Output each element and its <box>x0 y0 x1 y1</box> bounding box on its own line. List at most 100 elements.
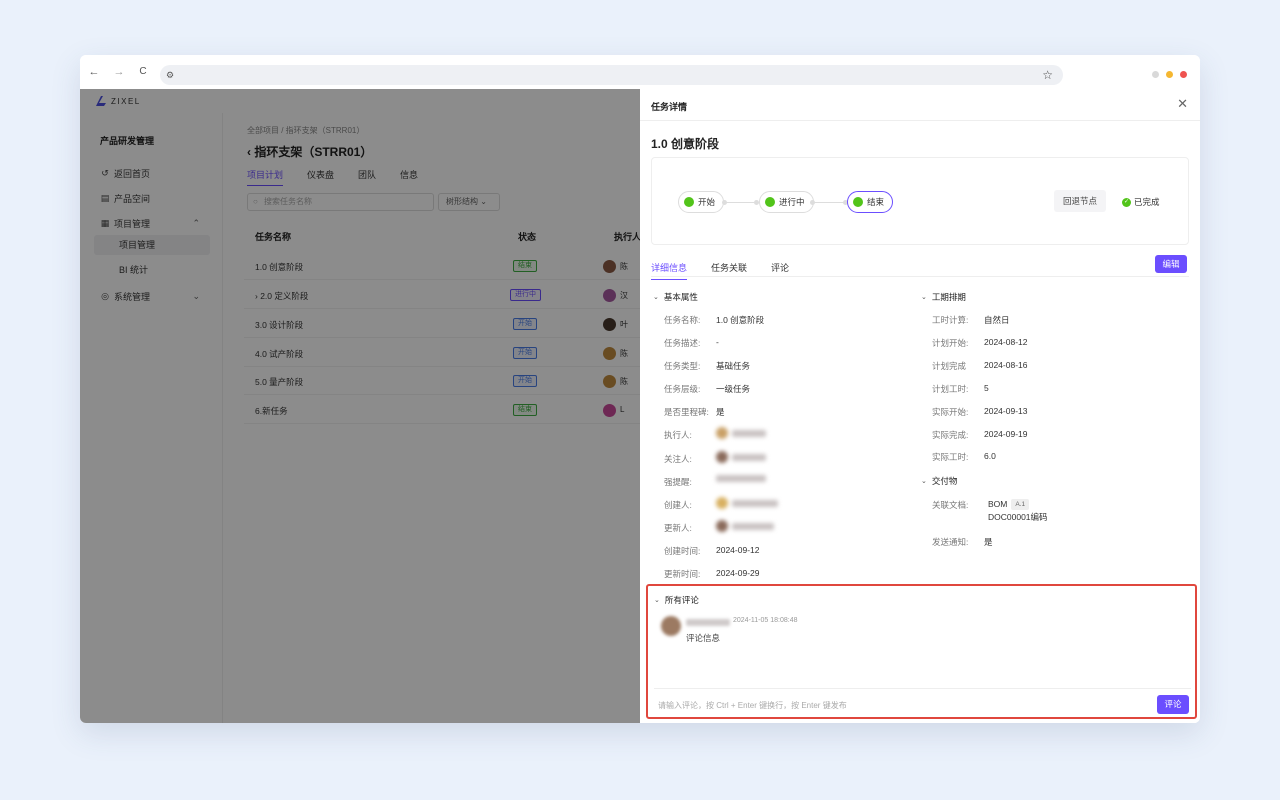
blurred-name <box>732 453 766 461</box>
field-label: 更新人: <box>664 523 692 533</box>
field-value: 2024-08-12 <box>984 337 1028 347</box>
field-value: 一级任务 <box>716 384 751 394</box>
field-value: 2024-08-16 <box>984 360 1028 370</box>
comment-text: 评论信息 <box>686 633 721 643</box>
field-label: 任务层级: <box>664 384 701 394</box>
flow-node-label: 结束 <box>867 197 885 207</box>
field-label: 工时计算: <box>932 315 969 325</box>
comments-section-header[interactable]: ⌄ 所有评论 <box>654 594 699 606</box>
flow-node-end[interactable]: 结束 <box>847 191 894 213</box>
field-label: 计划完成 <box>932 361 967 371</box>
field-label: 任务名称: <box>664 315 701 325</box>
forward-icon[interactable]: → <box>113 66 125 78</box>
chevron-down-icon: ⌄ <box>654 597 660 604</box>
field-value <box>716 497 778 511</box>
section-title: 交付物 <box>931 476 958 486</box>
site-settings-icon[interactable]: ⚙ <box>166 69 178 81</box>
section-basic-attributes[interactable]: ⌄ 基本属性 <box>653 291 698 303</box>
field-value: 6.0 <box>984 451 996 461</box>
window-dot-yellow[interactable] <box>1166 71 1173 78</box>
app-area: ZIXEL 产品研发管理 ↺ 返回首页 ▤ 产品空间 ▦ 项目管理 ⌃ 项目管理… <box>80 89 1200 723</box>
chevron-down-icon: ⌄ <box>921 478 927 485</box>
field-value: 2024-09-13 <box>984 406 1028 416</box>
window-dot-red[interactable] <box>1180 71 1187 78</box>
blurred-name <box>732 429 766 437</box>
status-dot-icon <box>765 197 775 207</box>
task-detail-drawer: 任务详情 ✕ 1.0 创意阶段 开始 进行中 结束 回退节点 ✓ 已完成 详细信… <box>640 89 1200 723</box>
field-label: 强提醒: <box>664 477 692 487</box>
field-value <box>716 474 766 484</box>
section-title: 工期排期 <box>931 292 966 302</box>
drawer-header: 任务详情 ✕ <box>640 89 1200 121</box>
address-bar[interactable]: ⚙ ☆ <box>160 65 1063 85</box>
edit-button[interactable]: 编辑 <box>1155 255 1187 273</box>
blurred-commenter-name <box>686 619 730 626</box>
tab-comments[interactable]: 评论 <box>771 261 789 280</box>
avatar <box>661 616 681 636</box>
flow-node-in-progress[interactable]: 进行中 <box>759 191 814 213</box>
field-label: 计划工时: <box>932 384 969 394</box>
doc-name[interactable]: BOM <box>988 499 1007 509</box>
completed-label: 已完成 <box>1134 197 1160 207</box>
flow-node-label: 进行中 <box>779 197 805 207</box>
field-label: 关联文档: <box>932 500 969 510</box>
section-title: 所有评论 <box>664 595 699 605</box>
status-dot-icon <box>684 197 694 207</box>
submit-comment-button[interactable]: 评论 <box>1157 695 1189 714</box>
field-label: 创建时间: <box>664 546 701 556</box>
field-value: 2024-09-12 <box>716 545 760 555</box>
close-icon[interactable]: ✕ <box>1177 97 1188 111</box>
field-label: 计划开始: <box>932 338 969 348</box>
modal-overlay[interactable] <box>80 89 640 723</box>
task-title: 1.0 创意阶段 <box>651 137 720 151</box>
tabs-divider <box>651 276 1189 277</box>
avatar <box>716 451 728 463</box>
status-dot-icon <box>853 197 863 207</box>
field-value: - <box>716 337 719 347</box>
completed-status: ✓ 已完成 <box>1122 196 1160 208</box>
field-value: 是 <box>716 407 725 417</box>
blurred-name <box>716 475 766 482</box>
version-badge: A.1 <box>1011 499 1030 511</box>
blurred-person <box>716 497 778 509</box>
section-title: 基本属性 <box>663 292 698 302</box>
flow-node-label: 开始 <box>698 197 716 207</box>
field-label: 关注人: <box>664 454 692 464</box>
field-label: 任务描述: <box>664 338 701 348</box>
blurred-name <box>732 499 778 507</box>
avatar <box>716 520 728 532</box>
back-icon[interactable]: ← <box>88 66 100 78</box>
section-deliverables[interactable]: ⌄ 交付物 <box>921 475 957 487</box>
field-label: 执行人: <box>664 430 692 440</box>
tab-details[interactable]: 详细信息 <box>651 261 688 280</box>
workflow-card: 开始 进行中 结束 回退节点 ✓ 已完成 <box>651 157 1189 245</box>
field-value <box>716 451 766 465</box>
field-label: 创建人: <box>664 500 692 510</box>
field-label: 实际完成: <box>932 430 969 440</box>
bookmark-star-icon[interactable]: ☆ <box>1042 68 1053 82</box>
field-value: 2024-09-29 <box>716 568 760 578</box>
blurred-name <box>732 522 774 530</box>
comment-input[interactable]: 请输入评论，按 Ctrl + Enter 键换行，按 Enter 键发布 <box>658 700 1138 711</box>
field-label: 更新时间: <box>664 569 701 579</box>
field-value: 是 <box>984 537 993 547</box>
comments-panel: ⌄ 所有评论 2024-11-05 18:08:48 评论信息 请输入评论，按 … <box>646 584 1197 719</box>
field-label: 发送通知: <box>932 537 969 547</box>
section-schedule[interactable]: ⌄ 工期排期 <box>921 291 966 303</box>
chevron-down-icon: ⌄ <box>921 294 927 301</box>
tab-task-relations[interactable]: 任务关联 <box>711 261 747 280</box>
avatar <box>716 497 728 509</box>
reload-icon[interactable]: C <box>137 66 149 78</box>
window-dot-gray[interactable] <box>1152 71 1159 78</box>
field-value: 2024-09-19 <box>984 429 1028 439</box>
avatar <box>716 427 728 439</box>
flow-node-start[interactable]: 开始 <box>678 191 725 213</box>
rollback-node-button[interactable]: 回退节点 <box>1054 190 1106 212</box>
field-value: BOM A.1 <box>988 499 1030 511</box>
comment-timestamp: 2024-11-05 18:08:48 <box>733 617 798 624</box>
field-label: 任务类型: <box>664 361 701 371</box>
doc-code[interactable]: DOC00001编码 <box>988 511 1048 523</box>
field-label: 实际工时: <box>932 452 969 462</box>
blurred-person <box>716 451 766 463</box>
flow-connector <box>722 200 759 205</box>
